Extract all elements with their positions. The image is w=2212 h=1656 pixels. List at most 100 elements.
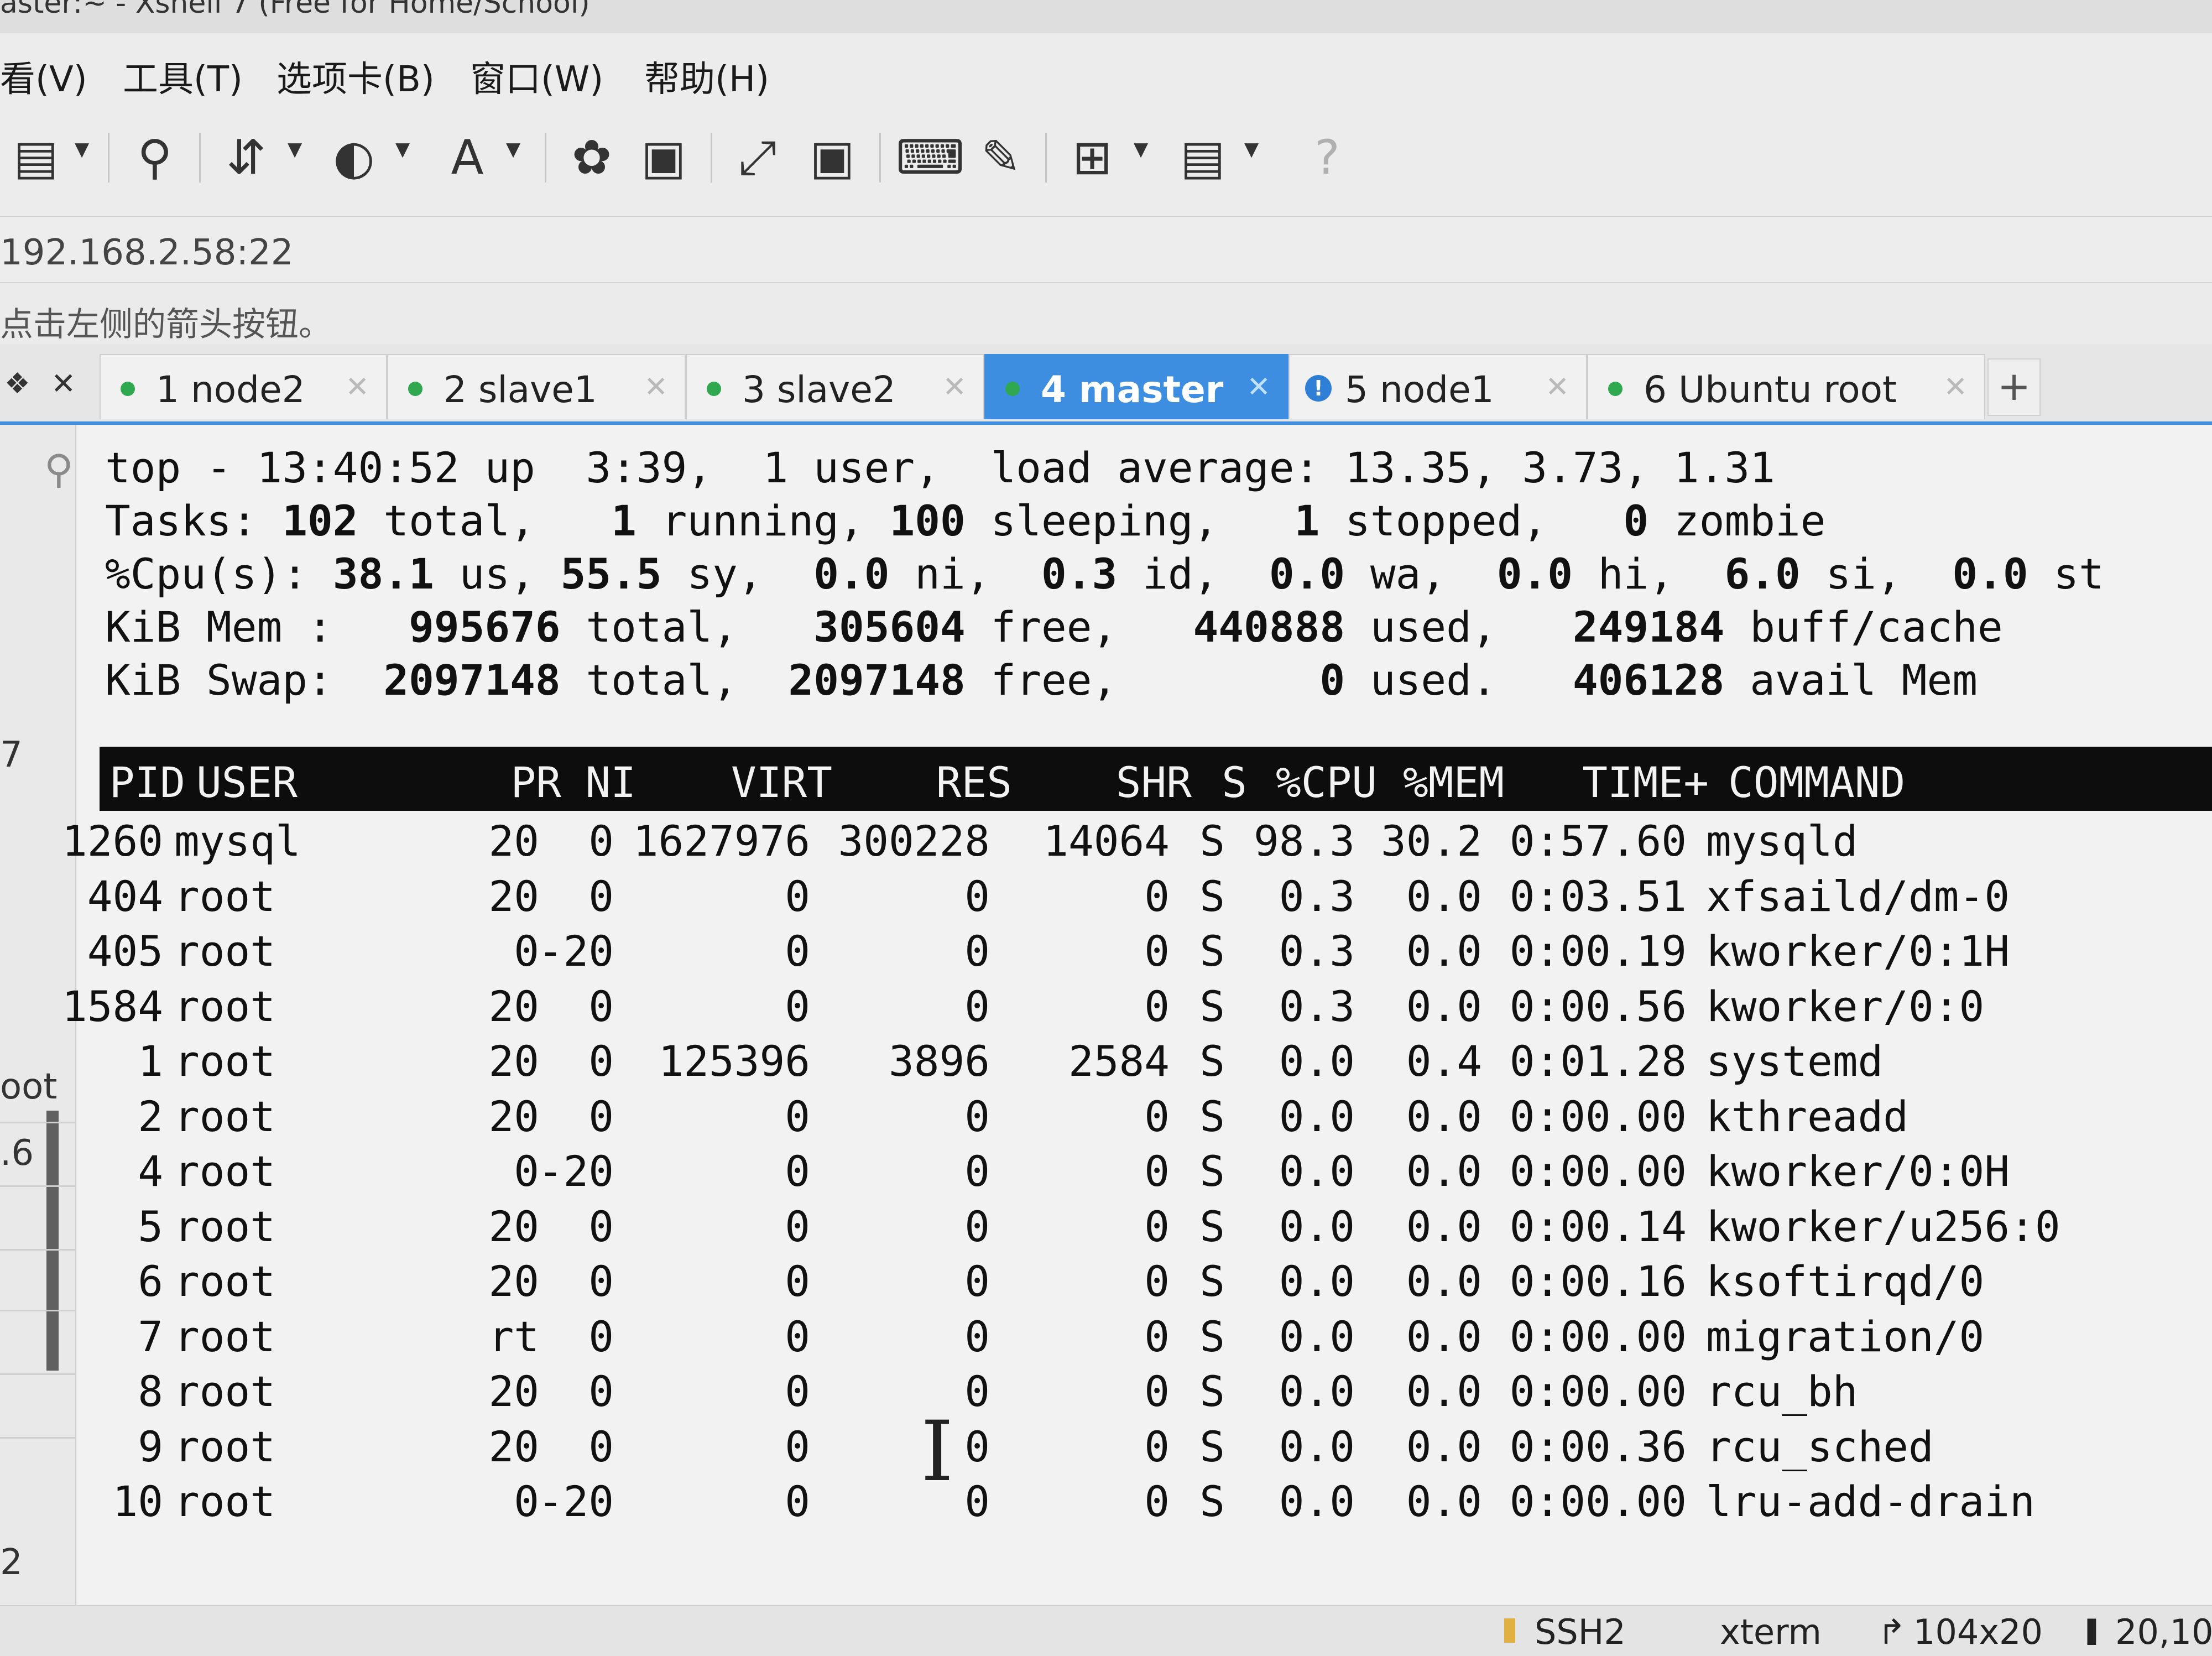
address-text[interactable]: 192.168.2.58:22 bbox=[0, 232, 294, 273]
cell-user: root bbox=[174, 871, 276, 921]
cpu-text: wa, bbox=[1345, 549, 1497, 598]
search-icon[interactable]: ⚲ bbox=[124, 127, 185, 188]
layout-icon[interactable]: ▤ bbox=[1172, 127, 1233, 188]
table-row: 1 root 20 0 125396 3896 2584 S 0.0 0.4 0:01.28 syst… bbox=[77, 1032, 2190, 1087]
close-tab-icon[interactable]: ✕ bbox=[942, 371, 967, 404]
tab-node1[interactable]: ! 5 node1 ✕ bbox=[1288, 354, 1587, 419]
new-session-icon[interactable]: ▤ bbox=[6, 127, 66, 188]
cell-pr: 20 bbox=[488, 816, 539, 866]
menu-view[interactable]: 看(V) bbox=[0, 51, 87, 102]
help-icon[interactable]: ? bbox=[1297, 127, 1358, 188]
cell-shr: 0 bbox=[1144, 1311, 1170, 1361]
menu-help[interactable]: 帮助(H) bbox=[644, 51, 769, 102]
col-pid: PID bbox=[109, 758, 185, 807]
cell-pid: 7 bbox=[138, 1311, 163, 1361]
menu-window[interactable]: 窗口(W) bbox=[470, 51, 603, 102]
pin-icon[interactable]: ❖ bbox=[4, 367, 30, 400]
cell-time: 0:00.00 bbox=[1509, 1477, 1687, 1526]
search-icon[interactable]: ⚲ bbox=[44, 446, 74, 492]
compose-icon[interactable]: ▣ bbox=[633, 127, 694, 188]
close-tab-icon[interactable]: ✕ bbox=[1246, 371, 1271, 404]
lock-icon[interactable]: ▣ bbox=[802, 127, 863, 188]
chevron-down-icon[interactable]: ▼ bbox=[1134, 138, 1148, 160]
font-icon[interactable]: A bbox=[437, 127, 498, 188]
cell-pr: 20 bbox=[488, 871, 539, 921]
menu-tools[interactable]: 工具(T) bbox=[123, 51, 243, 102]
scrollbar-thumb[interactable] bbox=[46, 1111, 59, 1371]
cpu-text: st bbox=[2028, 549, 2104, 598]
cell-shr: 0 bbox=[1144, 1201, 1170, 1251]
mem-text: free, bbox=[965, 602, 1193, 652]
address-bar[interactable]: 192.168.2.58:22 bbox=[0, 217, 2212, 283]
cell-ni: 0 bbox=[588, 981, 614, 1031]
table-row: 1260 mysql 20 0 1627976 300228 14064 S 98.3 30.2 0… bbox=[62, 812, 2190, 867]
cell-ni: -20 bbox=[538, 926, 614, 976]
col-shr: SHR bbox=[1115, 758, 1192, 807]
cell-mem: 0.0 bbox=[1406, 1477, 1482, 1526]
swap-line: KiB Swap: 2097148 total, 2097148 free, 0… bbox=[105, 659, 1978, 701]
cursor-pos-icon: ▌ bbox=[2088, 1619, 2105, 1645]
toolbar-divider bbox=[711, 133, 712, 183]
terminal[interactable]: ⚲ top - 13:40:52 up 3:39, 1 user, load a… bbox=[44, 425, 2212, 1605]
xftp-icon[interactable]: ✿ bbox=[561, 127, 622, 188]
cell-pr: 0 bbox=[514, 1147, 539, 1196]
add-tab-icon[interactable]: ⊞ bbox=[1062, 127, 1123, 188]
cell-pid: 4 bbox=[138, 1147, 163, 1196]
cell-virt: 0 bbox=[785, 871, 810, 921]
cell-s: S bbox=[1199, 871, 1225, 921]
cell-res: 0 bbox=[964, 1147, 990, 1196]
new-tab-button[interactable]: + bbox=[1987, 358, 2041, 416]
cell-cpu: 0.0 bbox=[1279, 1201, 1355, 1251]
tab-master[interactable]: 4 master ✕ bbox=[984, 354, 1288, 419]
cell-user: root bbox=[174, 1367, 276, 1416]
chevron-down-icon[interactable]: ▼ bbox=[75, 138, 89, 160]
cell-mem: 0.0 bbox=[1406, 1367, 1482, 1416]
table-row: 10 root 0 -20 0 0 0 S 0.0 0.0 0:00.00 lru-add-drain bbox=[77, 1472, 2190, 1528]
menu-tabs[interactable]: 选项卡(B) bbox=[276, 51, 435, 102]
chevron-down-icon[interactable]: ▼ bbox=[506, 138, 520, 160]
menu-bar: 看(V) 工具(T) 选项卡(B) 窗口(W) 帮助(H) bbox=[0, 33, 2212, 100]
chevron-down-icon[interactable]: ▼ bbox=[395, 138, 410, 160]
col-command: COMMAND bbox=[1728, 758, 1906, 807]
cell-res: 0 bbox=[964, 1257, 990, 1306]
swap-text: used. bbox=[1345, 655, 1573, 705]
cell-pid: 6 bbox=[138, 1257, 163, 1306]
status-dot-icon bbox=[1005, 382, 1020, 396]
keyboard-icon[interactable]: ⌨ bbox=[896, 127, 964, 188]
close-tab-icon[interactable]: ✕ bbox=[1545, 371, 1569, 404]
cell-pid: 1 bbox=[138, 1037, 163, 1086]
cell-time: 0:01.28 bbox=[1509, 1037, 1687, 1086]
cell-virt: 0 bbox=[785, 1257, 810, 1306]
cell-command: mysqld bbox=[1706, 816, 1858, 866]
chevron-down-icon[interactable]: ▼ bbox=[1244, 138, 1259, 160]
swap-value: 2097148 bbox=[788, 655, 966, 705]
fullscreen-icon[interactable]: ⤢ bbox=[727, 127, 788, 188]
close-icon[interactable]: ✕ bbox=[51, 366, 76, 401]
cell-shr: 0 bbox=[1144, 981, 1170, 1031]
cell-s: S bbox=[1199, 1037, 1225, 1086]
tab-slave1[interactable]: 2 slave1 ✕ bbox=[387, 354, 686, 419]
close-tab-icon[interactable]: ✕ bbox=[1943, 371, 1968, 404]
cell-time: 0:57.60 bbox=[1509, 816, 1687, 866]
cell-time: 0:00.00 bbox=[1509, 1311, 1687, 1361]
chevron-down-icon[interactable]: ▼ bbox=[288, 138, 302, 160]
globe-icon[interactable]: ◐ bbox=[324, 127, 384, 188]
status-term: xterm bbox=[1720, 1612, 1822, 1652]
tab-node2[interactable]: 1 node2 ✕ bbox=[100, 354, 387, 419]
swap-text: avail Mem bbox=[1724, 655, 1978, 705]
close-tab-icon[interactable]: ✕ bbox=[345, 371, 369, 404]
tasks-value: 0 bbox=[1623, 496, 1649, 545]
tab-label: 4 master bbox=[1041, 368, 1224, 411]
close-tab-icon[interactable]: ✕ bbox=[644, 371, 668, 404]
transfer-icon[interactable]: ⇵ bbox=[216, 127, 276, 188]
cpu-value: 55.5 bbox=[560, 549, 662, 598]
divider bbox=[0, 1249, 75, 1251]
gutter-text: oot bbox=[0, 1066, 58, 1107]
tab-label: 2 slave1 bbox=[444, 368, 597, 411]
hint-bar: 点击左侧的箭头按钮。 bbox=[0, 283, 2212, 344]
cell-s: S bbox=[1199, 1147, 1225, 1196]
tab-ubuntu-root[interactable]: 6 Ubuntu root ✕ bbox=[1587, 354, 1985, 419]
script-icon[interactable]: ✎ bbox=[971, 127, 1031, 188]
cpu-value: 0.3 bbox=[1041, 549, 1118, 598]
tab-slave2[interactable]: 3 slave2 ✕ bbox=[686, 354, 984, 419]
